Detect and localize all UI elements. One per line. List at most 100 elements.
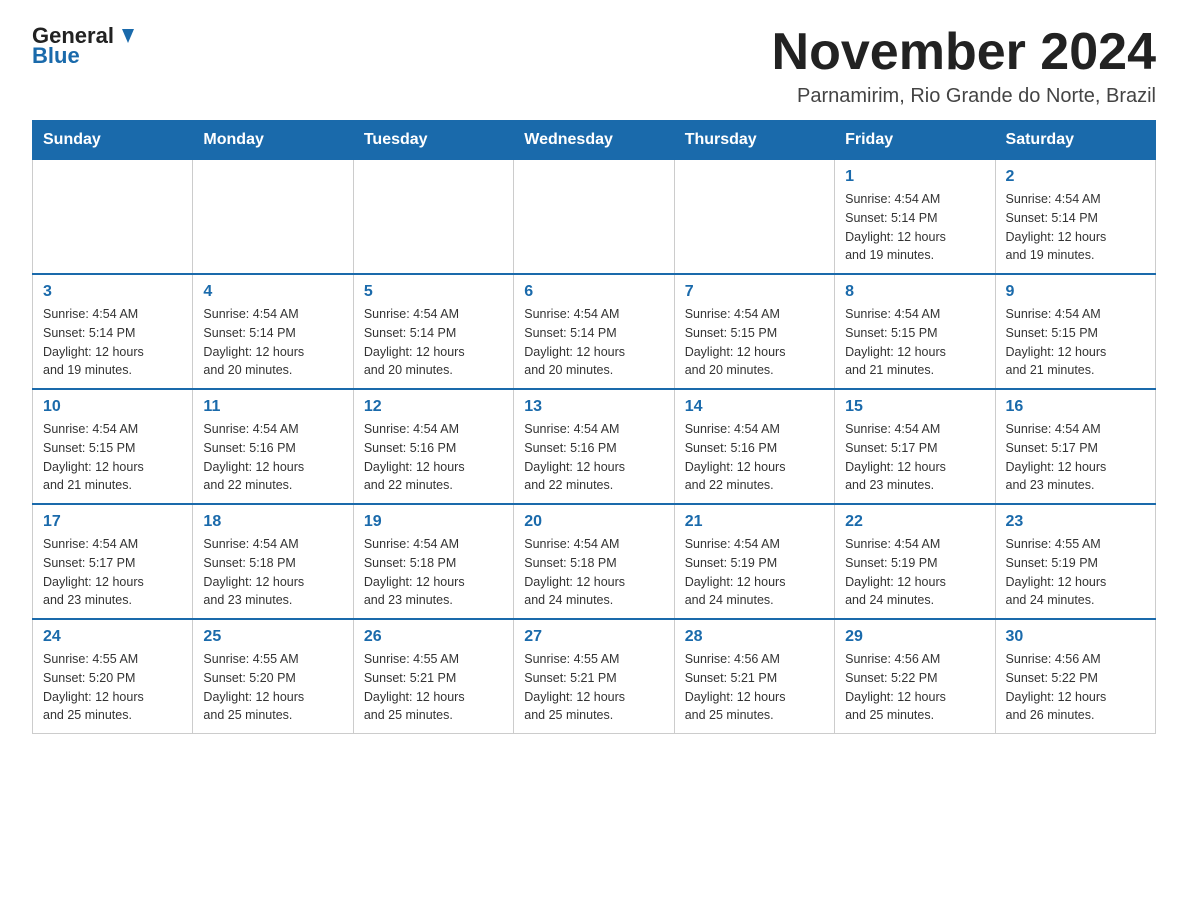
calendar-cell: 27Sunrise: 4:55 AMSunset: 5:21 PMDayligh… <box>514 619 674 734</box>
day-info: Sunrise: 4:55 AMSunset: 5:19 PMDaylight:… <box>1006 535 1145 610</box>
day-number: 11 <box>203 398 342 416</box>
calendar-cell: 9 Sunrise: 4:54 AMSunset: 5:15 PMDaylight… <box>995 274 1155 389</box>
calendar-cell: 22 Sunrise: 4:54 AMSunset: 5:19 PMDayligh… <box>835 504 995 619</box>
day-number: 7 <box>685 283 824 301</box>
calendar-cell: 25 Sunrise: 4:55 AMSunset: 5:20 PMDayligh… <box>193 619 353 734</box>
calendar-week-row-3: 17Sunrise: 4:54 AMSunset: 5:17 PMDayligh… <box>33 504 1156 619</box>
day-info: Sunrise: 4:54 AMSunset: 5:16 PMDaylight:… <box>524 420 663 495</box>
day-info: Sunrise: 4:55 AMSunset: 5:20 PMDaylight:… <box>43 650 182 725</box>
day-info: Sunrise: 4:55 AMSunset: 5:21 PMDaylight:… <box>524 650 663 725</box>
day-number: 6 <box>524 283 663 301</box>
day-number: 22 <box>845 513 984 531</box>
calendar-cell <box>514 160 674 275</box>
day-info: Sunrise: 4:54 AMSunset: 5:15 PMDaylight:… <box>1006 305 1145 380</box>
calendar-cell: 17Sunrise: 4:54 AMSunset: 5:17 PMDayligh… <box>33 504 193 619</box>
day-number: 13 <box>524 398 663 416</box>
calendar-cell <box>33 160 193 275</box>
month-title: November 2024 <box>772 24 1156 81</box>
calendar-cell: 20 Sunrise: 4:54 AMSunset: 5:18 PMDayligh… <box>514 504 674 619</box>
day-number: 12 <box>364 398 503 416</box>
calendar-table: Sunday Monday Tuesday Wednesday Thursday… <box>32 120 1156 734</box>
day-info: Sunrise: 4:56 AMSunset: 5:21 PMDaylight:… <box>685 650 824 725</box>
day-info: Sunrise: 4:54 AMSunset: 5:18 PMDaylight:… <box>364 535 503 610</box>
calendar-cell <box>674 160 834 275</box>
day-info: Sunrise: 4:54 AMSunset: 5:18 PMDaylight:… <box>203 535 342 610</box>
day-number: 8 <box>845 283 984 301</box>
col-friday: Friday <box>835 121 995 160</box>
day-number: 5 <box>364 283 503 301</box>
col-thursday: Thursday <box>674 121 834 160</box>
calendar-cell: 10 Sunrise: 4:54 AMSunset: 5:15 PMDayligh… <box>33 389 193 504</box>
calendar-cell: 8 Sunrise: 4:54 AMSunset: 5:15 PMDaylight… <box>835 274 995 389</box>
day-number: 3 <box>43 283 182 301</box>
day-number: 15 <box>845 398 984 416</box>
day-info: Sunrise: 4:54 AMSunset: 5:14 PMDaylight:… <box>845 190 984 265</box>
calendar-cell <box>353 160 513 275</box>
day-number: 20 <box>524 513 663 531</box>
day-info: Sunrise: 4:54 AMSunset: 5:14 PMDaylight:… <box>1006 190 1145 265</box>
day-info: Sunrise: 4:54 AMSunset: 5:19 PMDaylight:… <box>845 535 984 610</box>
day-info: Sunrise: 4:54 AMSunset: 5:17 PMDaylight:… <box>845 420 984 495</box>
calendar-cell: 14 Sunrise: 4:54 AMSunset: 5:16 PMDayligh… <box>674 389 834 504</box>
calendar-cell: 2 Sunrise: 4:54 AMSunset: 5:14 PMDaylight… <box>995 160 1155 275</box>
title-area: November 2024 Parnamirim, Rio Grande do … <box>772 24 1156 108</box>
day-number: 9 <box>1006 283 1145 301</box>
calendar-cell: 24 Sunrise: 4:55 AMSunset: 5:20 PMDayligh… <box>33 619 193 734</box>
day-number: 30 <box>1006 628 1145 646</box>
day-number: 1 <box>845 168 984 186</box>
day-info: Sunrise: 4:54 AMSunset: 5:14 PMDaylight:… <box>203 305 342 380</box>
day-number: 21 <box>685 513 824 531</box>
logo-blue-text: Blue <box>32 44 80 68</box>
calendar-cell: 16Sunrise: 4:54 AMSunset: 5:17 PMDayligh… <box>995 389 1155 504</box>
day-info: Sunrise: 4:56 AMSunset: 5:22 PMDaylight:… <box>1006 650 1145 725</box>
day-info: Sunrise: 4:54 AMSunset: 5:14 PMDaylight:… <box>43 305 182 380</box>
day-info: Sunrise: 4:54 AMSunset: 5:17 PMDaylight:… <box>43 535 182 610</box>
page-header: General Blue November 2024 Parnamirim, R… <box>32 24 1156 108</box>
day-number: 14 <box>685 398 824 416</box>
calendar-cell: 30 Sunrise: 4:56 AMSunset: 5:22 PMDayligh… <box>995 619 1155 734</box>
day-info: Sunrise: 4:54 AMSunset: 5:15 PMDaylight:… <box>845 305 984 380</box>
calendar-week-row-0: 1 Sunrise: 4:54 AMSunset: 5:14 PMDaylight… <box>33 160 1156 275</box>
col-sunday: Sunday <box>33 121 193 160</box>
calendar-cell: 21 Sunrise: 4:54 AMSunset: 5:19 PMDayligh… <box>674 504 834 619</box>
day-number: 10 <box>43 398 182 416</box>
logo: General Blue <box>32 24 138 68</box>
col-wednesday: Wednesday <box>514 121 674 160</box>
day-info: Sunrise: 4:54 AMSunset: 5:18 PMDaylight:… <box>524 535 663 610</box>
calendar-cell: 12 Sunrise: 4:54 AMSunset: 5:16 PMDayligh… <box>353 389 513 504</box>
location-title: Parnamirim, Rio Grande do Norte, Brazil <box>772 85 1156 108</box>
day-info: Sunrise: 4:54 AMSunset: 5:17 PMDaylight:… <box>1006 420 1145 495</box>
col-monday: Monday <box>193 121 353 160</box>
calendar-cell: 7 Sunrise: 4:54 AMSunset: 5:15 PMDaylight… <box>674 274 834 389</box>
calendar-cell: 26Sunrise: 4:55 AMSunset: 5:21 PMDayligh… <box>353 619 513 734</box>
calendar-cell: 18 Sunrise: 4:54 AMSunset: 5:18 PMDayligh… <box>193 504 353 619</box>
calendar-cell: 29 Sunrise: 4:56 AMSunset: 5:22 PMDayligh… <box>835 619 995 734</box>
calendar-cell: 15 Sunrise: 4:54 AMSunset: 5:17 PMDayligh… <box>835 389 995 504</box>
day-info: Sunrise: 4:54 AMSunset: 5:16 PMDaylight:… <box>685 420 824 495</box>
day-number: 2 <box>1006 168 1145 186</box>
day-info: Sunrise: 4:54 AMSunset: 5:15 PMDaylight:… <box>43 420 182 495</box>
calendar-header-row: Sunday Monday Tuesday Wednesday Thursday… <box>33 121 1156 160</box>
col-tuesday: Tuesday <box>353 121 513 160</box>
day-info: Sunrise: 4:54 AMSunset: 5:15 PMDaylight:… <box>685 305 824 380</box>
logo-triangle-icon <box>116 25 138 47</box>
day-number: 18 <box>203 513 342 531</box>
day-info: Sunrise: 4:55 AMSunset: 5:21 PMDaylight:… <box>364 650 503 725</box>
day-info: Sunrise: 4:56 AMSunset: 5:22 PMDaylight:… <box>845 650 984 725</box>
day-number: 23 <box>1006 513 1145 531</box>
day-info: Sunrise: 4:54 AMSunset: 5:14 PMDaylight:… <box>364 305 503 380</box>
day-number: 28 <box>685 628 824 646</box>
calendar-cell: 19Sunrise: 4:54 AMSunset: 5:18 PMDayligh… <box>353 504 513 619</box>
calendar-week-row-2: 10 Sunrise: 4:54 AMSunset: 5:15 PMDayligh… <box>33 389 1156 504</box>
calendar-week-row-1: 3 Sunrise: 4:54 AMSunset: 5:14 PMDaylight… <box>33 274 1156 389</box>
calendar-cell <box>193 160 353 275</box>
day-info: Sunrise: 4:54 AMSunset: 5:19 PMDaylight:… <box>685 535 824 610</box>
day-number: 4 <box>203 283 342 301</box>
day-info: Sunrise: 4:55 AMSunset: 5:20 PMDaylight:… <box>203 650 342 725</box>
day-number: 24 <box>43 628 182 646</box>
day-info: Sunrise: 4:54 AMSunset: 5:16 PMDaylight:… <box>364 420 503 495</box>
calendar-cell: 4 Sunrise: 4:54 AMSunset: 5:14 PMDaylight… <box>193 274 353 389</box>
day-number: 29 <box>845 628 984 646</box>
calendar-week-row-4: 24 Sunrise: 4:55 AMSunset: 5:20 PMDayligh… <box>33 619 1156 734</box>
day-number: 25 <box>203 628 342 646</box>
